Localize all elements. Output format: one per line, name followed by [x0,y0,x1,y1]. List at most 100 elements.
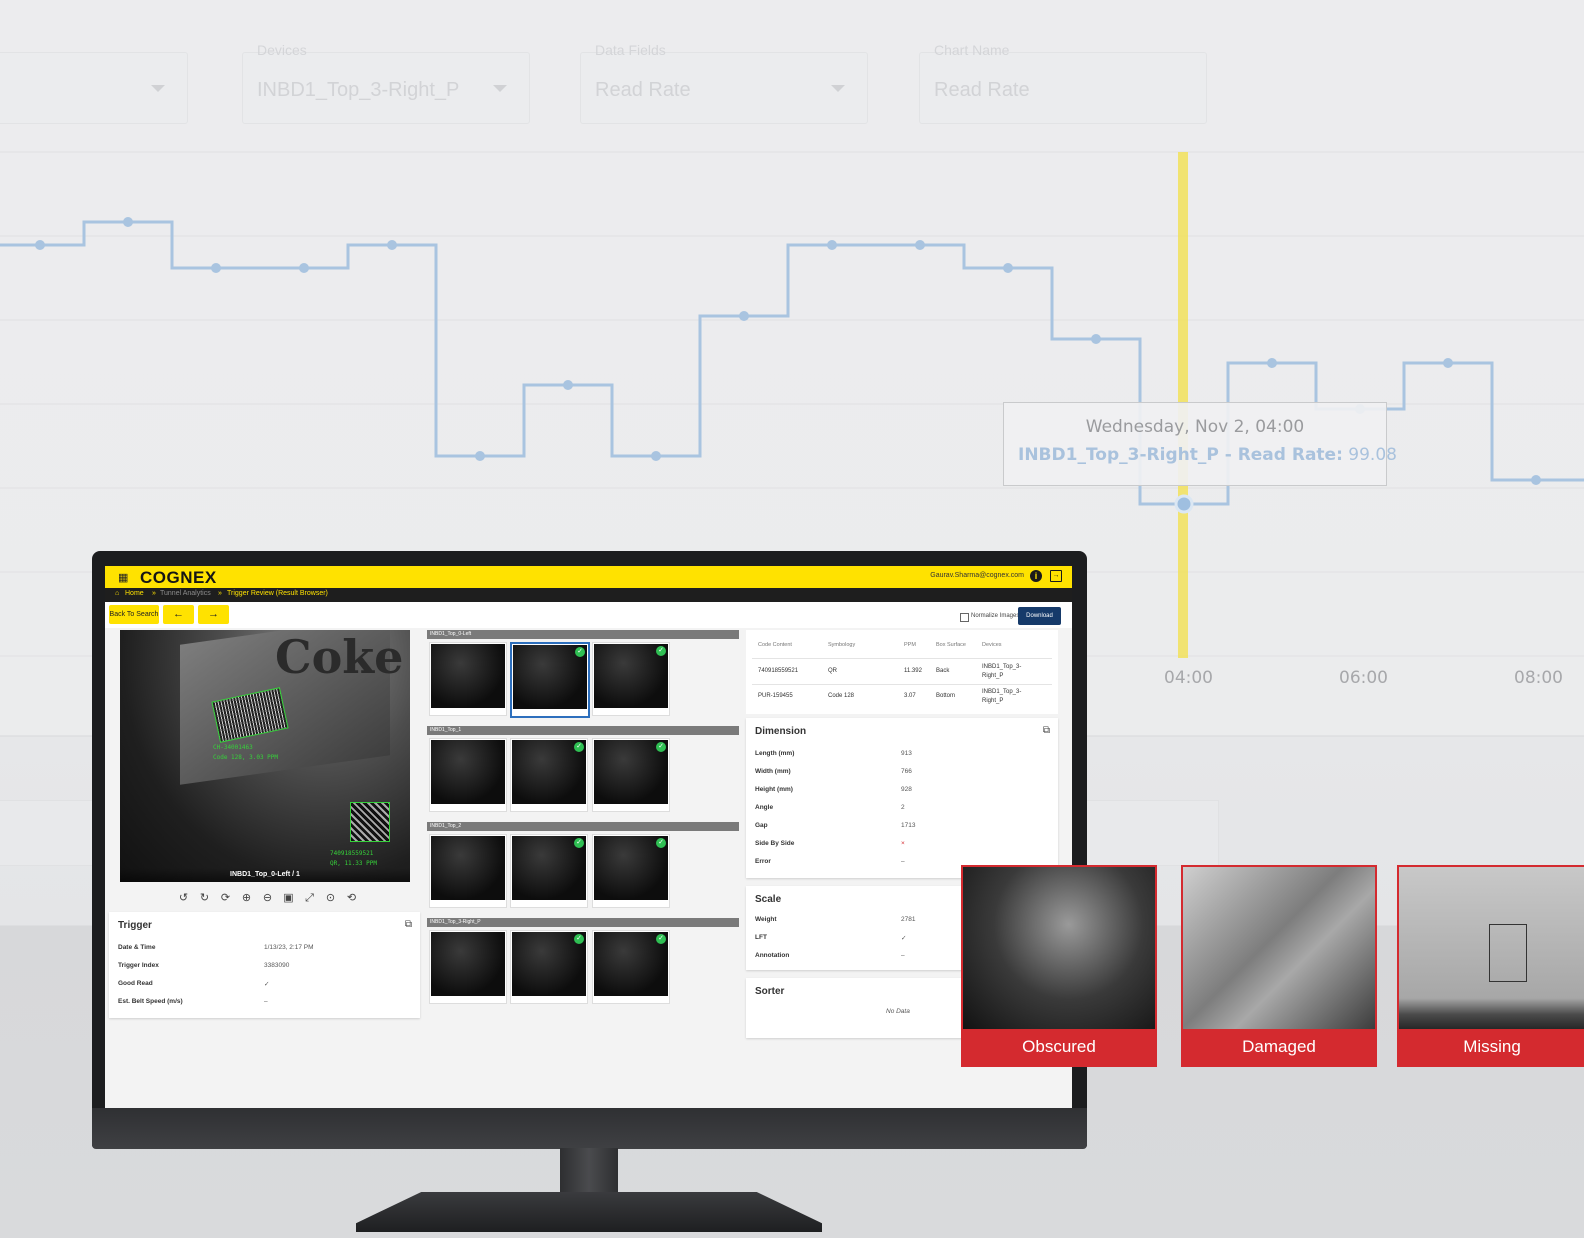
defect-label: Damaged [1183,1029,1375,1065]
belt-speed-label: Est. Belt Speed (m/s) [118,998,183,1005]
table-cell: INBD1_Top_3-Right_P [982,689,1022,704]
tooltip-title: Wednesday, Nov 2, 04:00 [1085,417,1305,437]
focus-icon[interactable]: ⊙ [320,891,341,904]
data-point [739,311,749,321]
breadcrumb-trigger-review: Trigger Review (Result Browser) [227,590,328,597]
defect-tile-missing: Missing [1397,865,1584,1067]
normalize-images-checkbox[interactable] [960,613,969,622]
external-link-icon[interactable]: ⧉ [405,919,412,930]
package-brand: Coke [275,630,404,684]
data-point [1091,334,1101,344]
obscured-image [963,867,1155,1031]
reset-icon[interactable]: ⟲ [341,891,362,904]
thumbnail[interactable] [429,834,507,908]
refresh-icon[interactable]: ⟳ [215,891,236,904]
zoom-in-icon[interactable]: ⊕ [236,891,257,904]
data-point [1003,263,1013,273]
good-read-label: Good Read [118,980,153,987]
monitor-neck [560,1148,618,1196]
thumbnail[interactable]: ✓ [592,834,670,908]
table-cell: 3.07 [904,693,916,699]
dim-label: Width (mm) [755,768,791,775]
monitor-chin [92,1108,1087,1149]
scale-label: LFT [755,934,767,941]
highlighted-point [1174,494,1194,514]
col-header: Symbology [828,642,856,648]
data-point [211,263,221,273]
scale-label: Weight [755,916,777,923]
breadcrumb-home[interactable]: Home [125,590,144,597]
data-point [915,240,925,250]
table-cell: PUR-159455 [758,693,793,699]
apps-grid-icon[interactable]: ▦ [118,571,128,584]
rotate-right-icon[interactable]: ↻ [194,891,215,904]
dim-value: 1713 [901,822,916,829]
check-icon: ✓ [656,934,666,944]
data-point [1443,358,1453,368]
home-icon[interactable]: ⌂ [115,590,119,597]
breadcrumb-tunnel-analytics[interactable]: Tunnel Analytics [160,590,211,597]
thumbnail[interactable]: ✓ [592,738,670,812]
image-caption-text: INBD1_Top_0-Left / 1 [230,871,300,878]
dim-value: × [901,840,905,847]
scale-value: – [901,952,905,959]
thumbnail[interactable] [429,930,507,1004]
data-point [651,451,661,461]
prev-button[interactable]: ← [163,605,194,624]
tooltip-series: INBD1_Top_3-Right_P - Read Rate: 99.08 [1018,445,1397,465]
data-point [387,240,397,250]
tooltip-series-name: INBD1_Top_3-Right_P - Read Rate: [1018,445,1343,465]
trigger-index-label: Trigger Index [118,962,159,969]
thumb-group: INBD1_Top_0-Left ✓ ✓ [427,630,739,722]
data-point [123,217,133,227]
main-result-image[interactable]: Coke CH-34001463 Code 128, 3.03 PPM 7409… [120,630,410,882]
zoom-out-icon[interactable]: ⊖ [257,891,278,904]
table-cell: Code 128 [828,693,855,699]
check-icon: ✓ [575,647,585,657]
check-icon: ✓ [656,742,666,752]
thumbnail[interactable]: ✓ [510,834,588,908]
rotate-left-icon[interactable]: ↺ [173,891,194,904]
sorter-title: Sorter [755,986,785,997]
dim-label: Angle [755,804,774,811]
thumbnail[interactable]: ✓ [510,738,588,812]
thumbnail-selected[interactable]: ✓ [510,642,590,718]
thumbnail[interactable]: ✓ [510,930,588,1004]
download-button[interactable]: Download [1018,607,1061,625]
data-point [299,263,309,273]
scale-value: 2781 [901,916,916,923]
dimension-card: Dimension ⧉ Length (mm) 913 Width (mm) 7… [746,718,1058,878]
defect-tile-obscured: Obscured [961,865,1157,1067]
table-cell: 11.392 [904,668,922,674]
thumbnail[interactable] [429,738,507,812]
thumbnail[interactable]: ✓ [592,642,670,716]
reads-table: Code Content Symbology PPM Box Surface D… [746,630,1058,714]
read-2-info: QR, 11.33 PPM [330,860,377,867]
data-point [827,240,837,250]
logout-icon[interactable]: → [1050,570,1062,582]
toolbar: Back To Search ← → Normalize Images Down… [105,602,1072,628]
data-point [563,380,573,390]
trigger-date-value: 1/13/23, 2:17 PM [264,944,314,951]
thumb-group-label: INBD1_Top_1 [430,727,462,733]
read-2-text: 740918559521 [330,850,374,857]
external-link-icon[interactable]: ⧉ [1043,725,1050,736]
trigger-card: Trigger ⧉ Date & Time 1/13/23, 2:17 PM T… [109,912,420,1018]
thumbnail[interactable] [429,642,507,716]
defect-tile-damaged: Damaged [1181,865,1377,1067]
user-email[interactable]: Gaurav.Sharma@cognex.com [930,572,1024,579]
table-cell: 740918559521 [758,668,799,674]
thumbnail[interactable]: ✓ [592,930,670,1004]
back-to-search-button[interactable]: Back To Search [109,605,159,624]
trigger-index-value: 3383090 [264,962,290,969]
x-tick-label: 06:00 [1339,668,1388,688]
defect-label: Obscured [963,1029,1155,1065]
dim-value: 766 [901,768,912,775]
info-icon[interactable]: i [1030,570,1042,582]
fullscreen-icon[interactable]: ⤢ [299,892,320,905]
dim-label: Gap [755,822,768,829]
fit-icon[interactable]: ▣ [278,891,299,904]
table-cell: QR [828,668,837,674]
next-button[interactable]: → [198,605,229,624]
scale-title: Scale [755,894,782,905]
